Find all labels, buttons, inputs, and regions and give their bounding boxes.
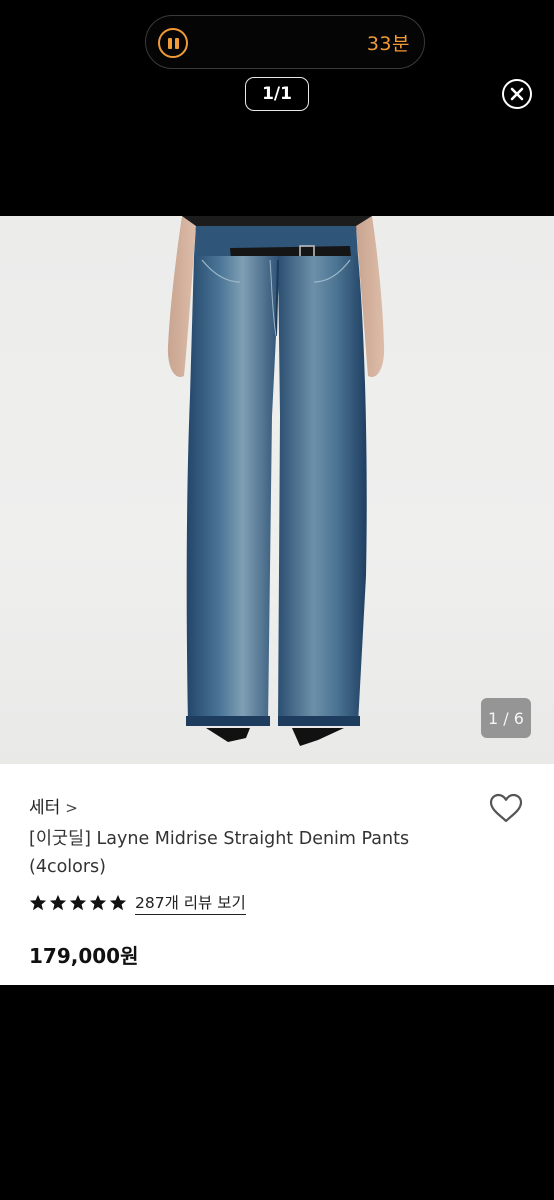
heart-icon[interactable] xyxy=(489,793,523,823)
star-icon xyxy=(29,894,47,911)
pause-bar xyxy=(167,37,172,49)
star-icon xyxy=(69,894,87,911)
star-icon xyxy=(89,894,107,911)
rating-row: 287개 리뷰 보기 xyxy=(29,891,246,915)
pause-icon[interactable] xyxy=(158,28,188,58)
chevron-right-icon: > xyxy=(65,799,78,817)
product-price: 179,000원 xyxy=(29,944,139,968)
brand-link[interactable]: 세터 > xyxy=(29,793,78,818)
product-photo[interactable]: 1 / 6 xyxy=(0,216,554,764)
star-icon xyxy=(109,894,127,911)
close-x-glyph xyxy=(510,87,524,101)
star-rating xyxy=(29,894,127,912)
timer-text: 33분 xyxy=(366,33,410,55)
review-link[interactable]: 287개 리뷰 보기 xyxy=(135,891,246,915)
brand-name: 세터 xyxy=(29,798,61,818)
timer-pill[interactable]: 33분 xyxy=(145,15,425,69)
product-title: [이굿딜] Layne Midrise Straight Denim Pants… xyxy=(29,829,410,877)
close-icon[interactable] xyxy=(502,79,532,109)
image-counter: 1/1 xyxy=(245,77,309,111)
product-info-card: 세터 > [이굿딜] Layne Midrise Straight Denim P… xyxy=(0,764,554,985)
pause-bar xyxy=(174,37,179,49)
jeans-illustration xyxy=(167,216,385,746)
photo-page-indicator: 1 / 6 xyxy=(481,698,531,738)
star-icon xyxy=(49,894,67,911)
